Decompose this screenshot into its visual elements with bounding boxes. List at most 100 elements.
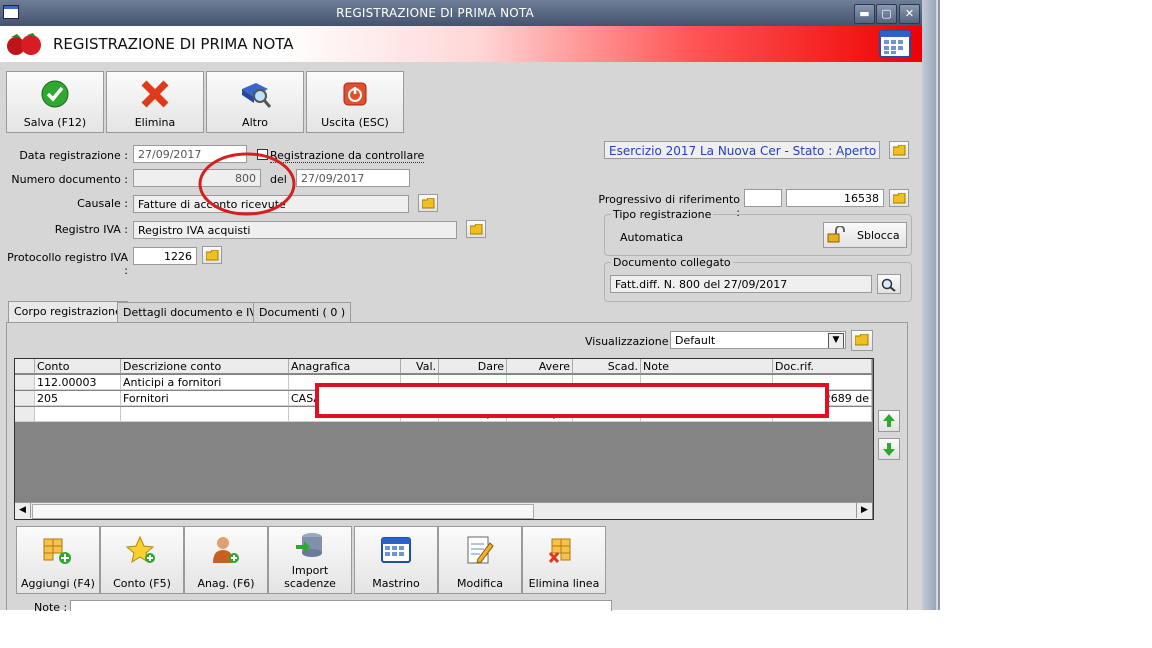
folder-icon bbox=[422, 198, 435, 209]
elimina-linea-button[interactable]: Elimina linea bbox=[522, 526, 606, 594]
scrollbar-thumb[interactable] bbox=[32, 504, 534, 519]
folder-icon bbox=[206, 250, 219, 261]
import-scadenze-button[interactable]: Import scadenze bbox=[268, 526, 352, 594]
strawberry-logo-icon bbox=[7, 33, 41, 55]
column-header[interactable]: Doc.rif. bbox=[773, 359, 872, 374]
scroll-left-icon[interactable]: ◀ bbox=[15, 503, 31, 518]
registro-iva-folder-button[interactable] bbox=[466, 220, 486, 238]
user-add-icon bbox=[213, 537, 239, 563]
numero-documento-label: Numero documento : bbox=[11, 173, 128, 186]
column-header[interactable]: Val. bbox=[401, 359, 439, 374]
maximize-button[interactable]: ▢ bbox=[876, 4, 897, 24]
tipo-registrazione-title: Tipo registrazione bbox=[611, 208, 714, 221]
modifica-label: Modifica bbox=[457, 577, 503, 590]
unlock-icon bbox=[827, 226, 845, 243]
cell-descrizione[interactable] bbox=[121, 407, 289, 422]
tab-documenti[interactable]: Documenti ( 0 ) bbox=[253, 302, 352, 322]
tab-dettagli-documento[interactable]: Dettagli documento e IVA bbox=[117, 302, 270, 322]
move-up-button[interactable] bbox=[878, 410, 900, 432]
folder-icon bbox=[855, 334, 869, 346]
check-icon bbox=[41, 80, 69, 108]
chevron-down-icon: ▼ bbox=[828, 333, 844, 348]
minimize-button[interactable]: ▬ bbox=[854, 4, 875, 24]
add-line-label: Aggiungi (F4) bbox=[21, 577, 95, 590]
conto-button[interactable]: Conto (F5) bbox=[100, 526, 184, 594]
database-import-icon bbox=[296, 533, 322, 557]
elimina-linea-label: Elimina linea bbox=[528, 577, 600, 590]
column-header[interactable]: Anagrafica bbox=[289, 359, 401, 374]
data-documento-input[interactable]: 27/09/2017 bbox=[296, 169, 410, 187]
horizontal-scrollbar[interactable]: ◀ ▶ bbox=[15, 502, 872, 519]
star-add-icon bbox=[126, 535, 155, 564]
visualizzazione-label: Visualizzazione : bbox=[585, 335, 676, 348]
delete-button[interactable]: Elimina bbox=[106, 71, 204, 133]
progressivo-input[interactable]: 16538 bbox=[786, 189, 884, 207]
column-header[interactable]: Dare bbox=[439, 359, 507, 374]
import-scadenze-label: Import scadenze bbox=[284, 564, 336, 590]
grid-add-icon bbox=[43, 538, 71, 564]
row-indicator bbox=[15, 391, 35, 406]
note-label: Note : bbox=[34, 601, 68, 614]
scroll-right-icon[interactable]: ▶ bbox=[856, 503, 872, 518]
cell-conto[interactable] bbox=[35, 407, 121, 422]
anag-label: Anag. (F6) bbox=[197, 577, 255, 590]
folder-icon bbox=[893, 193, 906, 204]
documento-collegato-display: Fatt.diff. N. 800 del 27/09/2017 bbox=[610, 275, 872, 293]
tipo-registrazione-value: Automatica bbox=[620, 231, 684, 244]
delete-x-icon bbox=[141, 80, 169, 108]
folder-icon bbox=[470, 224, 483, 235]
anag-button[interactable]: Anag. (F6) bbox=[184, 526, 268, 594]
registro-iva-label: Registro IVA : bbox=[54, 223, 128, 236]
annotation-circle bbox=[198, 152, 296, 216]
delete-label: Elimina bbox=[134, 116, 176, 129]
calendar-icon[interactable] bbox=[879, 30, 911, 58]
search-icon bbox=[881, 278, 896, 292]
move-down-button[interactable] bbox=[878, 438, 900, 460]
progressivo-folder-button[interactable] bbox=[889, 189, 909, 207]
page-header: REGISTRAZIONE DI PRIMA NOTA bbox=[0, 26, 922, 62]
window-border bbox=[922, 0, 936, 610]
add-line-button[interactable]: Aggiungi (F4) bbox=[16, 526, 100, 594]
mastrino-button[interactable]: Mastrino bbox=[354, 526, 438, 594]
cell-descrizione[interactable]: Anticipi a fornitori bbox=[121, 375, 289, 390]
progressivo-prefix-input[interactable] bbox=[744, 189, 782, 207]
column-header[interactable]: Scad. bbox=[573, 359, 641, 374]
column-header[interactable]: Descrizione conto bbox=[121, 359, 289, 374]
column-header[interactable]: Note bbox=[641, 359, 773, 374]
protocollo-folder-button[interactable] bbox=[202, 246, 222, 264]
row-indicator bbox=[15, 375, 35, 390]
note-input[interactable] bbox=[70, 600, 612, 611]
cell-descrizione[interactable]: Fornitori bbox=[121, 391, 289, 406]
protocollo-input[interactable]: 1226 bbox=[133, 247, 197, 265]
tab-corpo-registrazione[interactable]: Corpo registrazione bbox=[8, 301, 128, 323]
visualizzazione-select[interactable]: Default ▼ bbox=[670, 331, 846, 349]
folder-icon bbox=[893, 145, 906, 156]
protocollo-label: Protocollo registro IVA : bbox=[7, 251, 128, 277]
redaction-box bbox=[315, 383, 829, 418]
registro-iva-input[interactable]: Registro IVA acquisti bbox=[133, 221, 457, 239]
modifica-button[interactable]: Modifica bbox=[438, 526, 522, 594]
esercizio-display: Esercizio 2017 La Nuova Cer - Stato : Ap… bbox=[604, 141, 880, 159]
exit-label: Uscita (ESC) bbox=[321, 116, 389, 129]
sblocca-button[interactable]: Sblocca bbox=[823, 222, 907, 248]
book-search-icon bbox=[242, 83, 272, 108]
cell-conto[interactable]: 205 bbox=[35, 391, 121, 406]
column-header[interactable]: Conto bbox=[35, 359, 121, 374]
esercizio-folder-button[interactable] bbox=[889, 141, 909, 159]
documento-search-button[interactable] bbox=[877, 274, 901, 294]
power-icon bbox=[343, 82, 367, 106]
documento-collegato-title: Documento collegato bbox=[611, 256, 733, 269]
sblocca-label: Sblocca bbox=[857, 229, 900, 242]
close-button[interactable]: ✕ bbox=[899, 4, 920, 24]
page-title: REGISTRAZIONE DI PRIMA NOTA bbox=[53, 35, 294, 53]
cell-conto[interactable]: 112.00003 bbox=[35, 375, 121, 390]
ledger-icon bbox=[381, 537, 411, 563]
causale-folder-button[interactable] bbox=[418, 194, 438, 212]
save-button[interactable]: Salva (F12) bbox=[6, 71, 104, 133]
other-button[interactable]: Altro bbox=[206, 71, 304, 133]
title-bar: REGISTRAZIONE DI PRIMA NOTA ▬ ▢ ✕ bbox=[0, 0, 922, 26]
exit-button[interactable]: Uscita (ESC) bbox=[306, 71, 404, 133]
visualizzazione-folder-button[interactable] bbox=[851, 330, 873, 351]
column-header[interactable]: Avere bbox=[507, 359, 573, 374]
row-indicator-header bbox=[15, 359, 35, 374]
